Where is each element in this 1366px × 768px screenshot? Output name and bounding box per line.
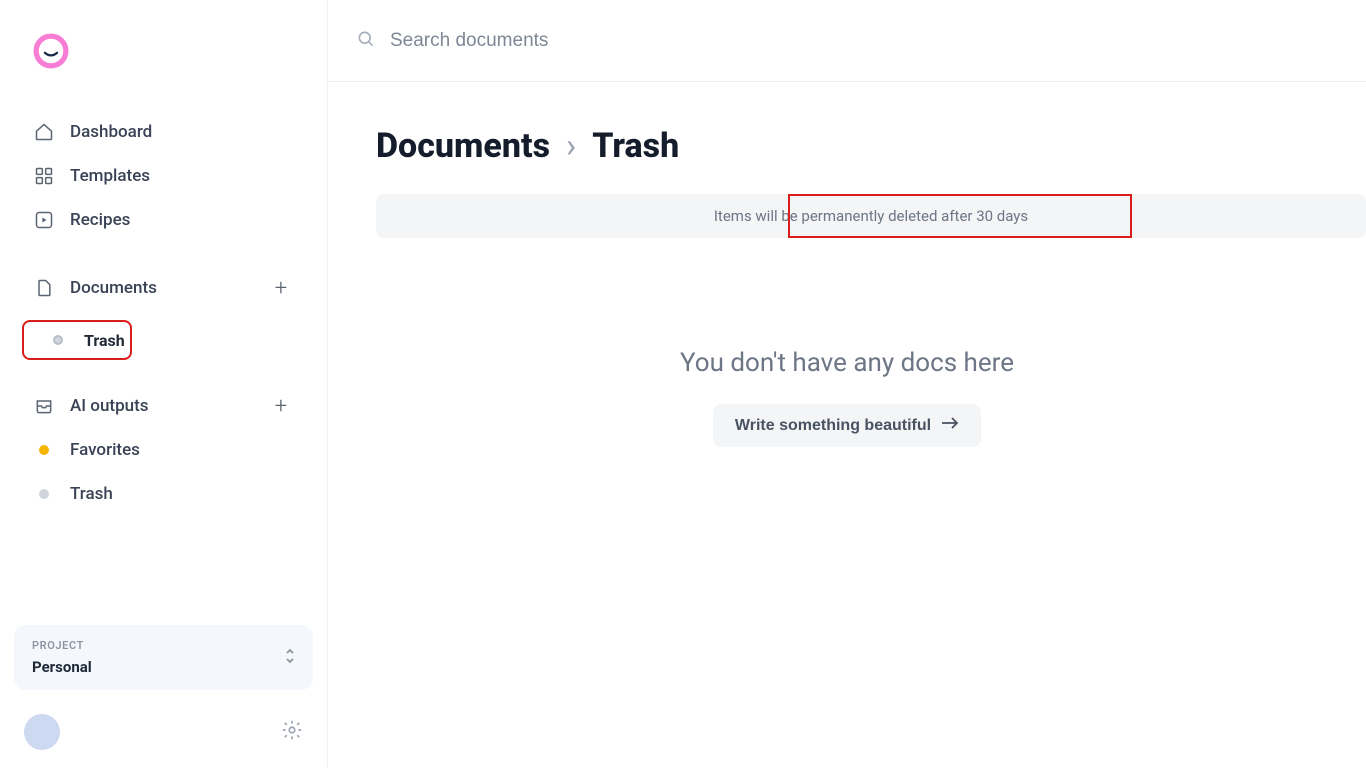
circle-icon bbox=[48, 330, 68, 350]
sidebar-footer bbox=[14, 714, 313, 750]
add-output-button[interactable]: + bbox=[269, 394, 293, 418]
sidebar-item-dashboard[interactable]: Dashboard bbox=[14, 110, 313, 154]
sidebar: Dashboard Templates Recipes Documents + bbox=[0, 0, 328, 768]
inbox-icon bbox=[34, 396, 54, 416]
info-banner: Items will be permanently deleted after … bbox=[376, 194, 1366, 238]
chevron-right-icon: › bbox=[566, 126, 576, 166]
sidebar-item-label: Templates bbox=[70, 166, 293, 186]
sidebar-item-label: Dashboard bbox=[70, 122, 293, 142]
gear-icon[interactable] bbox=[281, 719, 303, 745]
nav-primary: Dashboard Templates Recipes bbox=[14, 110, 313, 242]
sidebar-item-templates[interactable]: Templates bbox=[14, 154, 313, 198]
nav-documents-children: Trash bbox=[14, 320, 313, 360]
sidebar-item-label: Favorites bbox=[70, 440, 293, 460]
sidebar-item-ai-outputs[interactable]: AI outputs + bbox=[14, 384, 313, 428]
breadcrumb-current: Trash bbox=[592, 126, 679, 166]
arrow-right-icon bbox=[941, 416, 959, 435]
breadcrumb-root[interactable]: Documents bbox=[376, 126, 550, 166]
write-button[interactable]: Write something beautiful bbox=[713, 404, 981, 447]
search-input[interactable] bbox=[390, 30, 1338, 52]
sidebar-item-label: Recipes bbox=[70, 210, 293, 230]
sidebar-item-label: Documents bbox=[70, 278, 253, 298]
nav-outputs-group: AI outputs + Favorites Trash bbox=[14, 384, 313, 516]
add-document-button[interactable]: + bbox=[269, 276, 293, 300]
breadcrumb: Documents › Trash bbox=[328, 126, 1366, 166]
file-icon bbox=[34, 278, 54, 298]
sidebar-item-documents[interactable]: Documents + bbox=[14, 266, 313, 310]
search-bar bbox=[328, 0, 1366, 82]
sidebar-item-outputs-trash[interactable]: Trash bbox=[14, 472, 313, 516]
project-caption: PROJECT bbox=[32, 639, 295, 652]
dot-icon bbox=[34, 484, 54, 504]
project-name: Personal bbox=[32, 658, 295, 676]
avatar[interactable] bbox=[24, 714, 60, 750]
sidebar-item-label: AI outputs bbox=[70, 396, 253, 416]
sidebar-item-recipes[interactable]: Recipes bbox=[14, 198, 313, 242]
content: Documents › Trash Items will be permanen… bbox=[328, 82, 1366, 447]
chevron-up-down-icon bbox=[283, 647, 297, 669]
highlight-box bbox=[788, 194, 1132, 238]
app-logo[interactable] bbox=[30, 30, 72, 72]
home-icon bbox=[34, 122, 54, 142]
nav-documents-group: Documents + bbox=[14, 266, 313, 310]
empty-state: You don't have any docs here Write somet… bbox=[328, 348, 1366, 447]
sidebar-item-label: Trash bbox=[70, 484, 293, 504]
write-button-label: Write something beautiful bbox=[735, 417, 931, 435]
empty-message: You don't have any docs here bbox=[328, 348, 1366, 378]
play-square-icon bbox=[34, 210, 54, 230]
sidebar-item-documents-trash[interactable]: Trash bbox=[22, 320, 132, 360]
sidebar-item-label: Trash bbox=[84, 331, 125, 350]
sidebar-item-favorites[interactable]: Favorites bbox=[14, 428, 313, 472]
search-icon bbox=[356, 29, 376, 53]
grid-icon bbox=[34, 166, 54, 186]
main: Documents › Trash Items will be permanen… bbox=[328, 0, 1366, 768]
dot-icon bbox=[34, 440, 54, 460]
project-switcher[interactable]: PROJECT Personal bbox=[14, 625, 313, 690]
